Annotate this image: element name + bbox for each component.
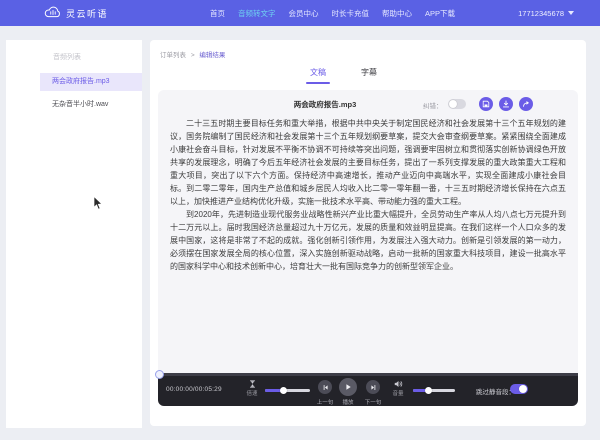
audio-list-item-report[interactable]: 两会政府报告.mp3 xyxy=(40,73,142,91)
speed-hourglass-icon xyxy=(249,380,255,388)
transcript-paragraph: 到2020年，先进制造业现代服务业战略性新兴产业比重大幅提升，全员劳动生产率从人… xyxy=(170,210,566,271)
volume-slider-handle[interactable] xyxy=(425,387,433,394)
save-icon xyxy=(482,100,490,108)
transcript-text: 二十三五时期主要目标任务和重大举措，根据中共中央关于制定国民经济和社会发展第十三… xyxy=(170,117,566,273)
nav-item-membership[interactable]: 会员中心 xyxy=(289,8,319,19)
previous-sentence-button[interactable] xyxy=(318,380,332,394)
main-content-card: 订单列表 > 编辑结果 文稿 字幕 两会政府报告.mp3 纠错： 二十三五时期主… xyxy=(150,40,586,426)
volume-slider[interactable] xyxy=(413,387,455,394)
play-icon xyxy=(346,384,351,390)
playback-time: 00:00:00/00:05:29 xyxy=(166,386,222,393)
account-phone: 17712345678 xyxy=(518,8,564,18)
correction-toggle-label: 纠错： xyxy=(423,103,443,110)
nav-item-time-card-recharge[interactable]: 时长卡充值 xyxy=(332,8,370,19)
speed-slider-handle[interactable] xyxy=(279,387,287,394)
share-button[interactable] xyxy=(519,97,533,111)
cloud-audio-logo-icon xyxy=(44,5,62,21)
audio-list-item-halfhour[interactable]: 无杂音半小时.wav xyxy=(6,96,142,114)
main-navigation: 首页 音频转文字 会员中心 时长卡充值 帮助中心 APP下载 xyxy=(210,8,455,19)
result-tabs: 文稿 字幕 xyxy=(306,67,379,84)
nav-item-app-download[interactable]: APP下载 xyxy=(425,8,455,19)
active-tab-underline xyxy=(306,81,330,84)
breadcrumb-order-list[interactable]: 订单列表 xyxy=(160,52,186,59)
play-button[interactable] xyxy=(339,378,357,396)
transcript-panel: 两会政府报告.mp3 纠错： 二十三五时期主要目标任务和重大举措，根据中共中央关… xyxy=(154,90,578,406)
chevron-down-icon xyxy=(568,11,574,15)
download-button[interactable] xyxy=(499,97,513,111)
account-menu[interactable]: 17712345678 xyxy=(518,9,574,18)
tab-transcript[interactable]: 文稿 xyxy=(306,67,330,84)
volume-speaker-icon xyxy=(394,381,402,387)
correction-toggle[interactable] xyxy=(448,99,466,109)
audio-player-bar: 00:00:00/00:05:29 倍速 上一句 播放 下一句 音量 跳过静音段… xyxy=(154,370,578,406)
breadcrumb-separator: > xyxy=(190,52,195,59)
save-button[interactable] xyxy=(479,97,493,111)
tab-subtitle[interactable]: 字幕 xyxy=(359,67,379,84)
next-sentence-button[interactable] xyxy=(366,380,380,394)
app-logo-text: 灵云听语 xyxy=(66,8,109,19)
skip-previous-icon xyxy=(323,384,328,390)
breadcrumb: 订单列表 > 编辑结果 xyxy=(160,49,225,59)
skip-silence-toggle[interactable] xyxy=(510,384,528,394)
transcript-paragraph: 二十三五时期主要目标任务和重大举措，根据中共中央关于制定国民经济和社会发展第十三… xyxy=(170,119,566,206)
volume-control-group: 音量 xyxy=(390,380,406,397)
audio-list-sidebar: 音频列表 两会政府报告.mp3 无杂音半小时.wav xyxy=(6,40,142,428)
speed-control-group: 倍速 xyxy=(244,380,260,397)
top-navbar: 灵云听语 首页 音频转文字 会员中心 时长卡充值 帮助中心 APP下载 1771… xyxy=(0,0,600,26)
nav-item-help-center[interactable]: 帮助中心 xyxy=(382,8,412,19)
audio-list-title: 音频列表 xyxy=(53,54,81,61)
toggle-knob xyxy=(449,100,457,108)
playback-progress-handle[interactable] xyxy=(154,370,164,379)
tab-subtitle-label: 字幕 xyxy=(361,68,377,77)
toggle-knob xyxy=(519,385,527,393)
next-sentence-label: 下一句 xyxy=(364,400,382,406)
playback-progress-bar[interactable] xyxy=(154,370,578,379)
nav-item-audio-to-text[interactable]: 音频转文字 xyxy=(238,8,276,19)
volume-label: 音量 xyxy=(392,391,404,397)
breadcrumb-edit-result: 编辑结果 xyxy=(199,52,226,59)
speed-label: 倍速 xyxy=(246,391,258,397)
skip-next-icon xyxy=(370,384,375,390)
speed-slider[interactable] xyxy=(265,387,310,394)
download-icon xyxy=(503,100,509,108)
app-logo[interactable]: 灵云听语 xyxy=(44,5,108,21)
share-icon xyxy=(523,100,530,107)
nav-item-home[interactable]: 首页 xyxy=(210,8,225,19)
tab-transcript-label: 文稿 xyxy=(310,68,326,77)
